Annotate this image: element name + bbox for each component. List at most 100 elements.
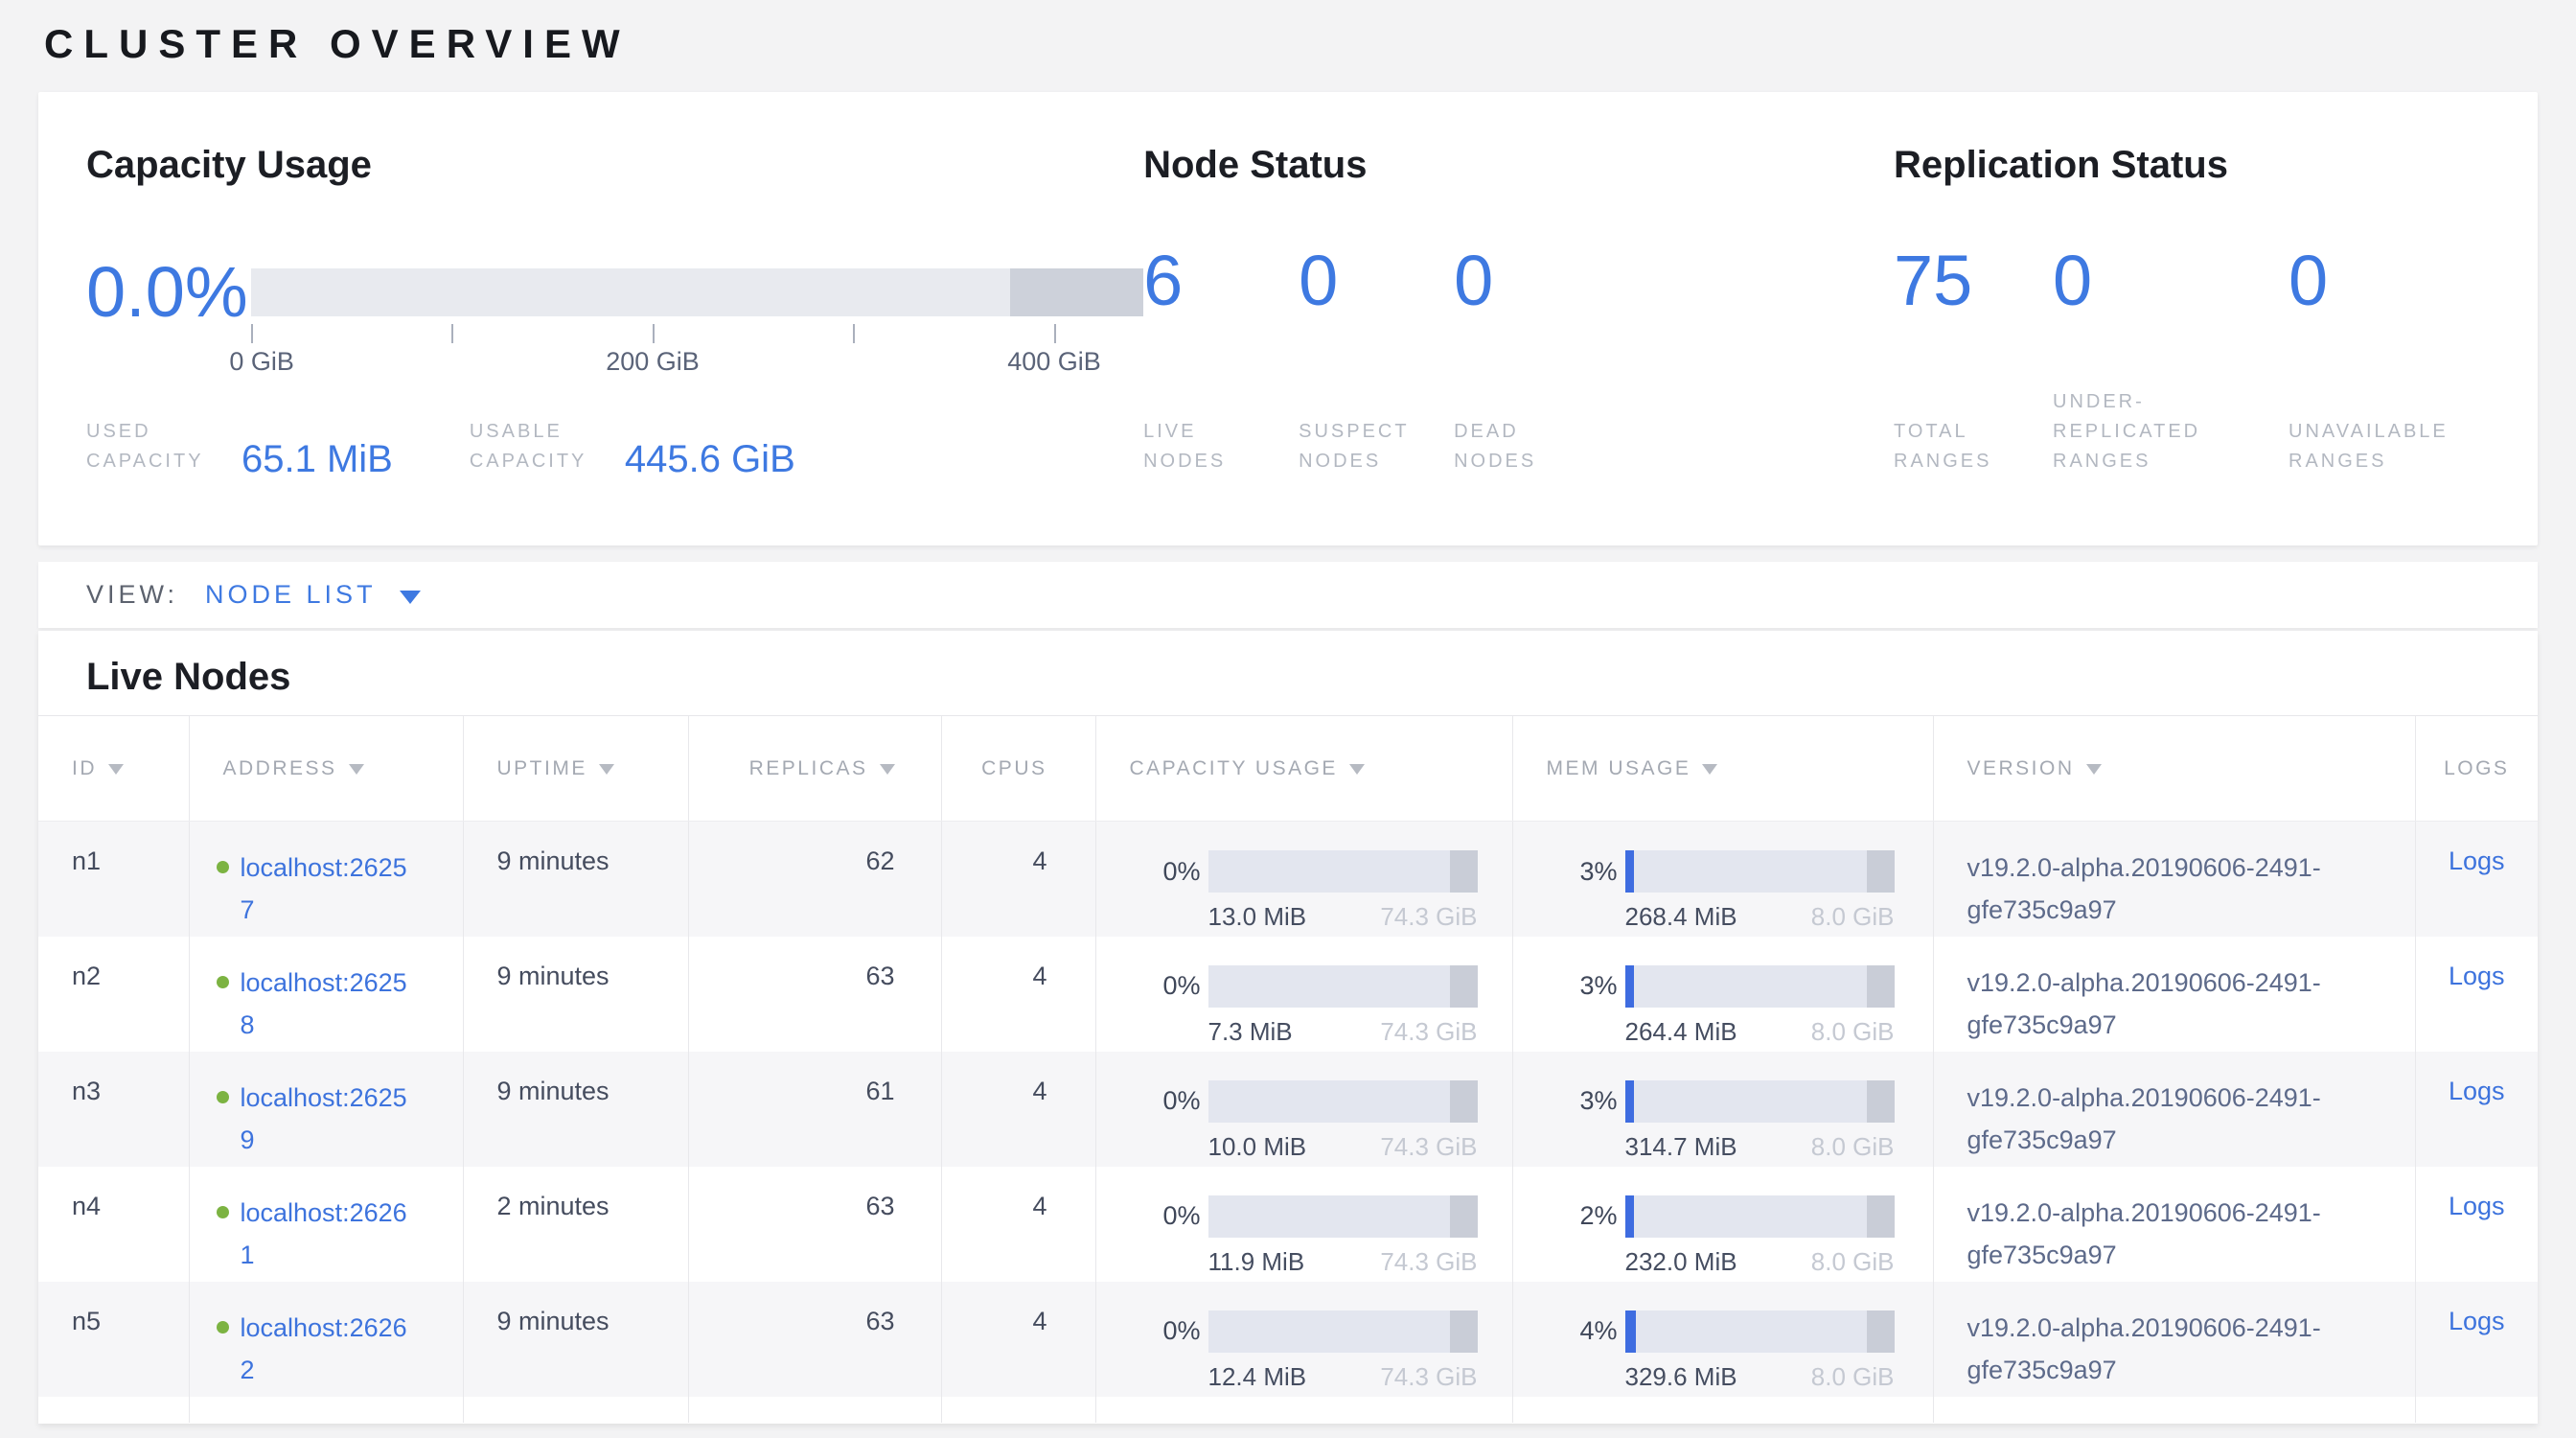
usage-bar bbox=[1208, 850, 1478, 893]
suspect-nodes-count: 0 bbox=[1299, 245, 1454, 316]
node-cpus: 4 bbox=[941, 1052, 1095, 1167]
capacity-gauge-bar bbox=[251, 268, 1143, 316]
usage-bar-reserved-segment bbox=[1450, 1310, 1477, 1353]
usage-used-value: 268.4 MiB bbox=[1625, 902, 1737, 932]
sort-arrow-icon bbox=[1702, 764, 1717, 775]
capacity-gauge: 0.0% 0 GiB 200 GiB 400 GiB bbox=[86, 245, 1143, 382]
node-uptime: 9 minutes bbox=[463, 1282, 688, 1397]
logs-link[interactable]: Logs bbox=[2449, 1307, 2505, 1335]
node-address-link[interactable]: localhost:26257 bbox=[241, 847, 413, 931]
node-cpus: 4 bbox=[941, 937, 1095, 1052]
usage-used-value: 13.0 MiB bbox=[1208, 902, 1307, 932]
capacity-usage-cell: 0% 7.3 MiB 74.3 GiB bbox=[1130, 965, 1512, 1047]
unavailable-ranges-count: 0 bbox=[2288, 245, 2490, 316]
unavailable-ranges-label: UNAVAILABLE RANGES bbox=[2288, 417, 2490, 476]
usage-bar bbox=[1625, 850, 1895, 893]
node-address-link[interactable]: localhost:26261 bbox=[241, 1192, 413, 1276]
usage-used-value: 12.4 MiB bbox=[1208, 1362, 1307, 1392]
usage-bar-reserved-segment bbox=[1450, 1195, 1477, 1238]
header-version[interactable]: VERSION bbox=[1933, 716, 2415, 822]
total-ranges-label: TOTAL RANGES bbox=[1894, 417, 2053, 476]
usage-used-value: 10.0 MiB bbox=[1208, 1132, 1307, 1162]
under-replicated-ranges-count: 0 bbox=[2053, 245, 2288, 316]
usage-percent: 0% bbox=[1130, 971, 1201, 1001]
capacity-usage-title: Capacity Usage bbox=[86, 142, 1143, 188]
header-capacity-usage[interactable]: CAPACITY USAGE bbox=[1095, 716, 1512, 822]
header-cpus: CPUS bbox=[941, 716, 1095, 822]
node-id: n2 bbox=[38, 937, 189, 1052]
capacity-used-percent: 0.0% bbox=[86, 257, 251, 382]
tick-label-0: 0 GiB bbox=[229, 347, 294, 377]
capacity-usage-cell: 0% 13.0 MiB 74.3 GiB bbox=[1130, 850, 1512, 932]
logs-link[interactable]: Logs bbox=[2449, 1077, 2505, 1105]
usage-bar bbox=[1208, 965, 1478, 1008]
header-mem-usage[interactable]: MEM USAGE bbox=[1512, 716, 1933, 822]
capacity-gauge-ticks bbox=[251, 324, 1143, 343]
node-live-dot-icon bbox=[217, 1321, 229, 1334]
dead-nodes-label: DEAD NODES bbox=[1454, 417, 1578, 476]
node-version: v19.2.0-alpha.20190606-2491-gfe735c9a97 bbox=[1967, 847, 2394, 931]
total-ranges-stat: 75 TOTAL RANGES bbox=[1894, 245, 2053, 476]
usage-bar bbox=[1625, 1310, 1895, 1353]
under-replicated-ranges-label: UNDER-REPLICATED RANGES bbox=[2053, 387, 2259, 476]
tick-label-400: 400 GiB bbox=[1007, 347, 1101, 377]
usable-capacity-stat: USABLE CAPACITY 445.6 GiB bbox=[470, 417, 795, 476]
header-address[interactable]: ADDRESS bbox=[189, 716, 463, 822]
node-version: v19.2.0-alpha.20190606-2491-gfe735c9a97 bbox=[1967, 1192, 2394, 1276]
logs-link[interactable]: Logs bbox=[2449, 1192, 2505, 1220]
logs-link[interactable]: Logs bbox=[2449, 962, 2505, 990]
mem-usage-cell: 4% 329.6 MiB 8.0 GiB bbox=[1547, 1310, 1933, 1392]
table-header-row: ID ADDRESS UPTIME REPLICAS CPUS CAPACITY… bbox=[38, 716, 2538, 822]
suspect-nodes-label: SUSPECT NODES bbox=[1299, 417, 1423, 476]
usage-bar-reserved-segment bbox=[1867, 850, 1894, 893]
usage-bar bbox=[1208, 1310, 1478, 1353]
header-logs: LOGS bbox=[2415, 716, 2538, 822]
usable-capacity-value: 445.6 GiB bbox=[625, 438, 795, 481]
table-row: n5 localhost:26262 9 minutes 63 4 0% 12.… bbox=[38, 1282, 2538, 1397]
node-address-link[interactable]: localhost:26258 bbox=[241, 962, 413, 1046]
header-replicas[interactable]: REPLICAS bbox=[688, 716, 941, 822]
node-id: n4 bbox=[38, 1167, 189, 1282]
sort-arrow-icon bbox=[880, 764, 895, 775]
view-label: VIEW: bbox=[86, 580, 178, 610]
header-id[interactable]: ID bbox=[38, 716, 189, 822]
usage-used-value: 264.4 MiB bbox=[1625, 1017, 1737, 1047]
node-status-title: Node Status bbox=[1143, 142, 1894, 188]
usage-total-value: 8.0 GiB bbox=[1811, 1017, 1895, 1047]
node-uptime: 9 minutes bbox=[463, 1052, 688, 1167]
table-row: n4 localhost:26261 2 minutes 63 4 0% 11.… bbox=[38, 1167, 2538, 1282]
view-mode-selected[interactable]: NODE LIST bbox=[205, 580, 377, 610]
usage-bar bbox=[1208, 1080, 1478, 1123]
live-nodes-table: ID ADDRESS UPTIME REPLICAS CPUS CAPACITY… bbox=[38, 715, 2538, 1423]
header-uptime[interactable]: UPTIME bbox=[463, 716, 688, 822]
usage-percent: 0% bbox=[1130, 1316, 1201, 1346]
capacity-usage-cell: 0% 10.0 MiB 74.3 GiB bbox=[1130, 1080, 1512, 1162]
node-uptime: 9 minutes bbox=[463, 937, 688, 1052]
node-address-link[interactable]: localhost:26259 bbox=[241, 1077, 413, 1161]
node-replicas: 62 bbox=[688, 822, 941, 937]
node-address-link[interactable]: localhost:26262 bbox=[241, 1307, 413, 1391]
logs-link[interactable]: Logs bbox=[2449, 847, 2505, 875]
node-version: v19.2.0-alpha.20190606-2491-gfe735c9a97 bbox=[1967, 962, 2394, 1046]
replication-status-title: Replication Status bbox=[1894, 142, 2490, 188]
usage-bar bbox=[1625, 965, 1895, 1008]
mem-usage-cell: 3% 264.4 MiB 8.0 GiB bbox=[1547, 965, 1933, 1047]
sort-arrow-icon bbox=[349, 764, 364, 775]
tick-label-200: 200 GiB bbox=[606, 347, 700, 377]
live-nodes-title: Live Nodes bbox=[86, 650, 2538, 715]
view-mode-dropdown[interactable]: NODE LIST bbox=[205, 580, 421, 610]
sort-arrow-icon bbox=[599, 764, 614, 775]
sort-arrow-icon bbox=[108, 764, 124, 775]
usage-total-value: 74.3 GiB bbox=[1380, 1362, 1477, 1392]
usage-bar-fill bbox=[1625, 1310, 1636, 1353]
node-replicas: 61 bbox=[688, 1052, 941, 1167]
node-id: n1 bbox=[38, 822, 189, 937]
usage-used-value: 314.7 MiB bbox=[1625, 1132, 1737, 1162]
usage-percent: 0% bbox=[1130, 1086, 1201, 1116]
node-replicas: 63 bbox=[688, 1282, 941, 1397]
cluster-summary-card: Capacity Usage 0.0% 0 GiB 200 GiB 400 Gi… bbox=[38, 92, 2538, 545]
dead-nodes-stat: 0 DEAD NODES bbox=[1454, 245, 1609, 476]
unavailable-ranges-stat: 0 UNAVAILABLE RANGES bbox=[2288, 245, 2490, 476]
node-cpus: 4 bbox=[941, 1167, 1095, 1282]
mem-usage-cell: 3% 314.7 MiB 8.0 GiB bbox=[1547, 1080, 1933, 1162]
